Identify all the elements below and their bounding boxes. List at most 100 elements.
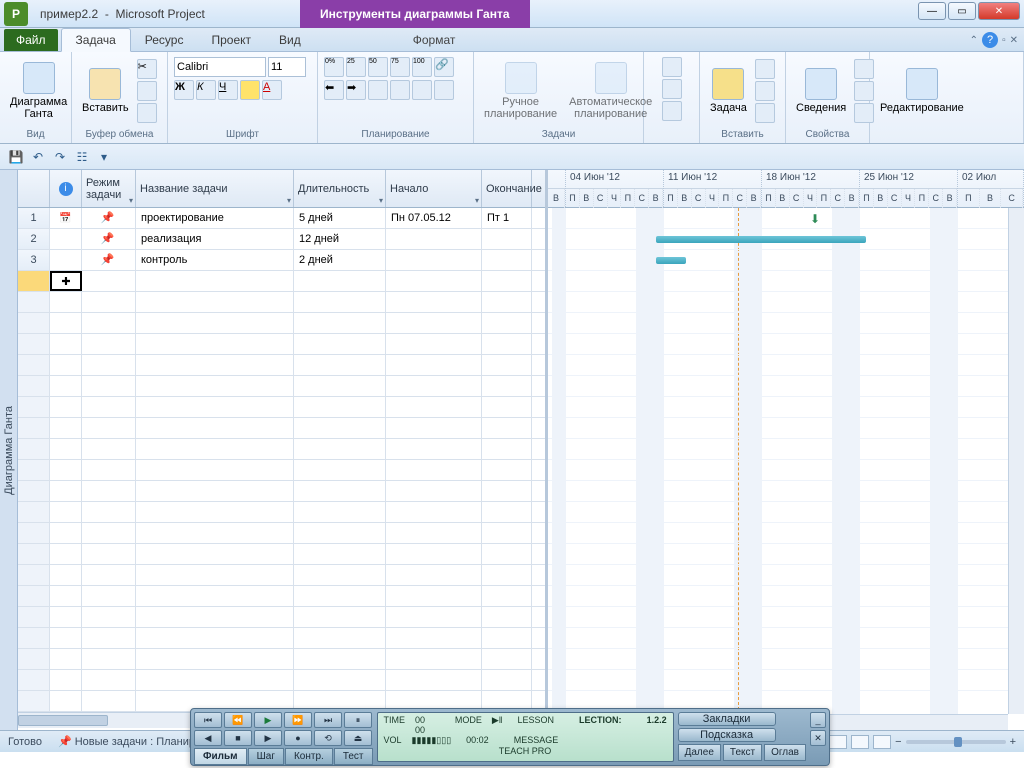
player-tab-step[interactable]: Шаг <box>248 748 284 765</box>
auto-schedule-button[interactable]: Автоматическое планирование <box>565 60 656 122</box>
pct-100-button[interactable]: 100 <box>412 57 432 77</box>
undo-icon[interactable]: ↶ <box>30 149 46 165</box>
inactivate-button[interactable] <box>434 80 454 100</box>
timeline-header[interactable]: В 04 Июн '12ПВСЧПСВ 11 Июн '12ПВСЧПСВ 18… <box>548 170 1024 208</box>
close-button[interactable]: ✕ <box>978 2 1020 20</box>
player-tab-film[interactable]: Фильм <box>194 748 247 765</box>
bold-button[interactable]: Ж <box>174 80 194 100</box>
player-tab-kontr[interactable]: Контр. <box>285 748 333 765</box>
milestone-button[interactable] <box>755 81 775 101</box>
deliverable-button[interactable] <box>755 103 775 123</box>
respect-links-button[interactable] <box>412 80 432 100</box>
move-button[interactable] <box>662 79 682 99</box>
player-min-button[interactable]: _ <box>810 712 826 728</box>
qat-dropdown-icon[interactable]: ▾ <box>96 149 112 165</box>
selected-cell[interactable]: ✚ <box>50 271 82 291</box>
zoom-thumb[interactable] <box>954 737 962 747</box>
player-last-button[interactable]: ⏭ <box>314 712 342 728</box>
col-duration[interactable]: Длительность▾ <box>294 170 386 207</box>
player-toc-button[interactable]: Оглав <box>764 744 806 761</box>
save-icon[interactable]: 💾 <box>8 149 24 165</box>
font-family-select[interactable] <box>174 57 266 77</box>
player-close-button[interactable]: ✕ <box>810 730 826 746</box>
pct-75-button[interactable]: 75 <box>390 57 410 77</box>
view-team-icon[interactable] <box>851 735 869 749</box>
scroll-thumb[interactable] <box>18 715 108 726</box>
player-eject-button[interactable]: ⏏ <box>344 730 372 746</box>
tab-project[interactable]: Проект <box>197 29 265 51</box>
tab-format[interactable]: Формат <box>399 29 470 51</box>
information-button[interactable]: Сведения <box>792 66 850 116</box>
gantt-body[interactable]: ⬇ <box>548 208 1024 730</box>
insert-task-button[interactable]: Задача <box>706 66 751 116</box>
player-bookmarks-button[interactable]: Закладки <box>678 712 776 726</box>
format-painter-icon[interactable] <box>137 103 157 123</box>
link-tasks-button[interactable]: 🔗 <box>434 57 454 77</box>
manual-schedule-button[interactable]: Ручное планирование <box>480 60 561 122</box>
pct-25-button[interactable]: 25 <box>346 57 366 77</box>
underline-button[interactable]: Ч <box>218 80 238 100</box>
gantt-bar[interactable] <box>656 257 686 264</box>
player-next-nav-button[interactable]: Далее <box>678 744 721 761</box>
col-name[interactable]: Название задачи▾ <box>136 170 294 207</box>
player-next-button[interactable]: ▶ <box>254 730 282 746</box>
gantt-bar[interactable] <box>656 236 866 243</box>
mode-button[interactable] <box>662 101 682 121</box>
table-row[interactable]: 1 📅 проектирование 5 дней Пн 07.05.12 Пт… <box>18 208 545 229</box>
mdi-restore-icon[interactable]: ▫ <box>1002 35 1006 46</box>
summary-button[interactable] <box>755 59 775 79</box>
tab-file[interactable]: Файл <box>4 29 58 51</box>
minimize-button[interactable]: — <box>918 2 946 20</box>
italic-button[interactable]: К <box>196 80 216 100</box>
outdent-button[interactable]: ⬅ <box>324 80 344 100</box>
ribbon-minimize-icon[interactable]: ⌃ <box>970 35 978 46</box>
unlink-button[interactable] <box>390 80 410 100</box>
col-indicators[interactable]: i <box>50 170 82 207</box>
gantt-chart-button[interactable]: Диаграмма Ганта <box>6 60 71 122</box>
find-button[interactable]: Редактирование <box>876 66 968 116</box>
player-loop-button[interactable]: ⟲ <box>314 730 342 746</box>
player-first-button[interactable]: ⏮ <box>194 712 222 728</box>
pct-0-button[interactable]: 0% <box>324 57 344 77</box>
tab-task[interactable]: Задача <box>61 28 131 52</box>
view-resource-icon[interactable] <box>873 735 891 749</box>
font-color-button[interactable]: A <box>262 80 282 100</box>
player-rec-button[interactable]: ● <box>284 730 312 746</box>
tab-resource[interactable]: Ресурс <box>131 29 198 51</box>
player-text-button[interactable]: Текст <box>723 744 762 761</box>
player-prev-button[interactable]: ◀ <box>194 730 222 746</box>
maximize-button[interactable]: ▭ <box>948 2 976 20</box>
player-rew-button[interactable]: ⏪ <box>224 712 252 728</box>
inspect-button[interactable] <box>662 57 682 77</box>
mdi-close-icon[interactable]: ✕ <box>1010 35 1018 46</box>
qat-custom-icon[interactable]: ☷ <box>74 149 90 165</box>
copy-icon[interactable] <box>137 81 157 101</box>
player-hint-button[interactable]: Подсказка <box>678 728 776 742</box>
redo-icon[interactable]: ↷ <box>52 149 68 165</box>
player-fwd-button[interactable]: ⏩ <box>284 712 312 728</box>
zoom-in-icon[interactable]: + <box>1010 736 1016 748</box>
pct-50-button[interactable]: 50 <box>368 57 388 77</box>
font-size-select[interactable] <box>268 57 306 77</box>
paste-button[interactable]: Вставить <box>78 66 133 116</box>
col-mode[interactable]: Режим задачи▾ <box>82 170 136 207</box>
player-play-button[interactable]: ▶ <box>254 712 282 728</box>
player-pause-button[interactable]: ⏸ <box>344 712 372 728</box>
player-stop-button[interactable]: ■ <box>224 730 252 746</box>
indent-button[interactable]: ➡ <box>346 80 366 100</box>
cut-icon[interactable]: ✂ <box>137 59 157 79</box>
zoom-slider[interactable] <box>906 740 1006 744</box>
view-bar[interactable]: Диаграмма Ганта <box>0 170 18 730</box>
view-usage-icon[interactable] <box>829 735 847 749</box>
table-row-selected[interactable]: ✚ <box>18 271 545 292</box>
gantt-vscroll[interactable] <box>1008 208 1024 714</box>
col-start[interactable]: Начало▾ <box>386 170 482 207</box>
table-row[interactable]: 2 реализация 12 дней <box>18 229 545 250</box>
table-row[interactable]: 3 контроль 2 дней <box>18 250 545 271</box>
col-rownum[interactable] <box>18 170 50 207</box>
zoom-out-icon[interactable]: − <box>895 736 901 748</box>
help-icon[interactable]: ? <box>982 32 998 48</box>
split-task-button[interactable] <box>368 80 388 100</box>
col-finish[interactable]: Окончание <box>482 170 532 207</box>
player-tab-test[interactable]: Тест <box>334 748 373 765</box>
